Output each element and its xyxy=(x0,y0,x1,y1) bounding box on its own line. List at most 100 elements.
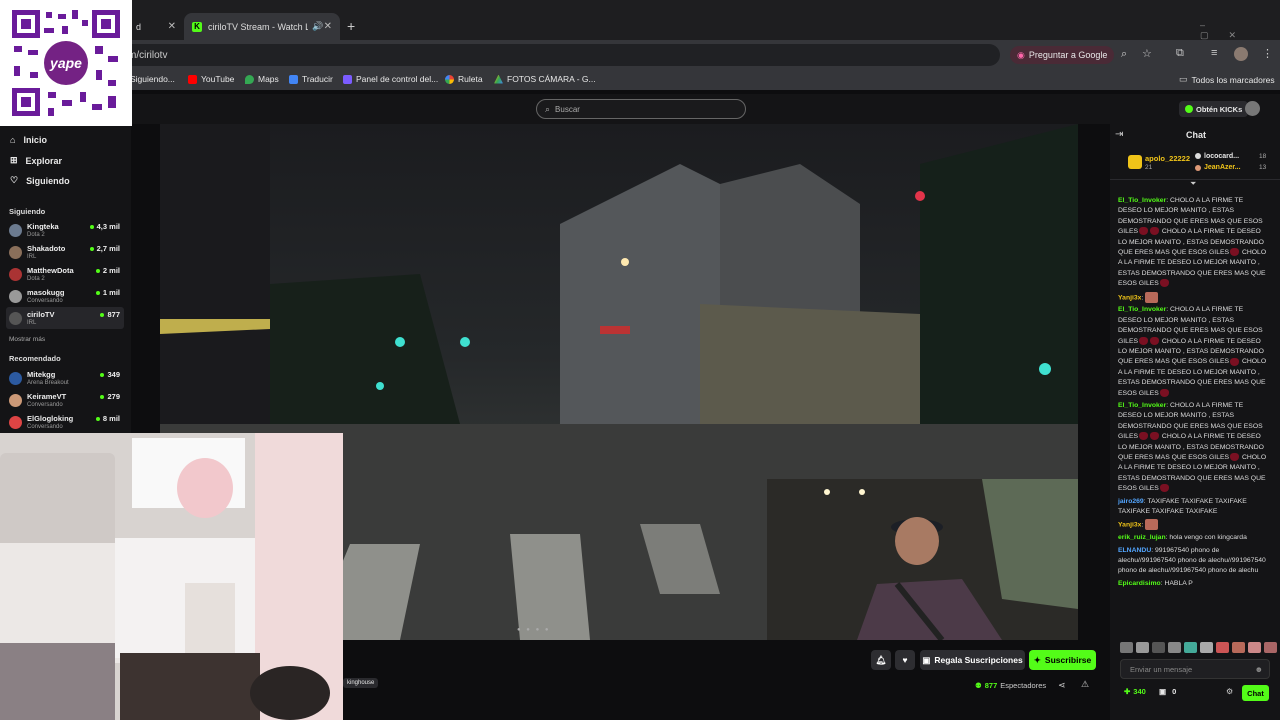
collapse-chat-icon[interactable]: ⇥ xyxy=(1115,129,1123,140)
emote-icon[interactable] xyxy=(1264,642,1277,653)
chat-input[interactable]: Enviar un mensaje ☻ xyxy=(1120,659,1270,679)
bookmark-youtube[interactable]: YouTube xyxy=(188,74,234,84)
channel-keiramevt[interactable]: KeirameVT Conversando 279 xyxy=(6,389,124,411)
heart-emote-icon xyxy=(1150,432,1160,441)
badge-icon xyxy=(1195,165,1201,171)
chat-username[interactable]: Yanji3x xyxy=(1118,294,1141,301)
chat-username[interactable]: Yanji3x xyxy=(1118,522,1141,529)
avatar xyxy=(9,371,22,385)
emote-icon xyxy=(1145,291,1159,303)
gifter-name[interactable]: JeanAzer... xyxy=(1204,164,1241,171)
ask-google-button[interactable]: ◉ Preguntar a Google xyxy=(1010,46,1115,64)
menu-icon[interactable]: ⋮ xyxy=(1262,47,1273,60)
search-input[interactable]: ⌕ Buscar xyxy=(536,99,746,119)
nav-siguiendo[interactable]: ♡ Siguiendo xyxy=(10,175,70,186)
chat-username[interactable]: El_Tio_Invoker xyxy=(1118,197,1166,204)
kick-points[interactable]: ✚ 340 xyxy=(1124,687,1146,696)
close-icon[interactable]: ✕ xyxy=(168,21,176,32)
channel-shakadoto[interactable]: Shakadoto IRL 2,7 mil xyxy=(6,241,124,263)
qr-code-overlay: yape xyxy=(0,0,132,126)
bookmark-item[interactable]: Siguiendo... xyxy=(130,74,175,84)
chat-username[interactable]: El_Tio_Invoker xyxy=(1118,306,1166,313)
window-controls[interactable]: –▢✕ xyxy=(1200,20,1280,41)
channel-category: Dota 2 xyxy=(27,275,45,282)
gift-icon: ▣ xyxy=(1159,687,1167,696)
channel-kingteka[interactable]: Kingteka Dota 2 4,3 mil xyxy=(6,219,124,241)
settings-icon[interactable]: ⚙ xyxy=(1226,687,1233,696)
gift-subs-label: Regala Suscripciones xyxy=(934,655,1023,665)
gift-subs-button[interactable]: ▣ Regala Suscripciones xyxy=(920,650,1025,670)
gifter-name[interactable]: apolo_22222 xyxy=(1145,154,1190,163)
heart-emote-icon xyxy=(1159,279,1169,288)
all-bookmarks[interactable]: ▭ Todos los marcadores xyxy=(1179,74,1275,85)
chevron-down-icon[interactable]: ⏷ xyxy=(1190,179,1196,189)
speaker-icon: 🔊 xyxy=(312,21,324,31)
get-kicks-button[interactable]: Obtén KICKs xyxy=(1179,101,1249,117)
chat-username[interactable]: erik_ruiz_lujan xyxy=(1118,534,1166,541)
channel-mitekgg[interactable]: Mitekgg Arena Breakout 349 xyxy=(6,367,124,389)
avatar xyxy=(9,267,22,281)
chat-message: Yanji3x: xyxy=(1118,291,1268,304)
emote-icon[interactable] xyxy=(1152,642,1165,653)
chat-username[interactable]: El_Tio_Invoker xyxy=(1118,402,1166,409)
emote-icon[interactable] xyxy=(1200,642,1213,653)
subscribe-button[interactable]: ✦ Suscribirse xyxy=(1029,650,1096,670)
nav-explorar[interactable]: ⊞ Explorar xyxy=(10,155,62,166)
channel-masokugg[interactable]: masokugg Conversando 1 mil xyxy=(6,285,124,307)
show-more-link[interactable]: Mostrar más xyxy=(9,336,45,343)
channel-elglogloking[interactable]: ElGlogloking Conversando 8 mil xyxy=(6,411,124,433)
heart-icon: ♡ xyxy=(10,175,19,185)
lens-icon: ◉ xyxy=(1017,49,1025,60)
chat-username[interactable]: jairo269 xyxy=(1118,498,1144,505)
translate-icon xyxy=(289,74,298,84)
nav-inicio[interactable]: ⌂ Inicio xyxy=(10,135,47,145)
bookmark-panel[interactable]: Panel de control del... xyxy=(343,74,438,84)
driver-camera-overlay xyxy=(767,479,1078,640)
emote-icon[interactable] xyxy=(1216,642,1229,653)
emoji-icon[interactable]: ☻ xyxy=(1255,665,1263,674)
share-icon[interactable]: ⋖ xyxy=(1058,680,1066,691)
emote-icon[interactable] xyxy=(1136,642,1149,653)
profile-avatar[interactable] xyxy=(1234,47,1248,61)
emote-icon[interactable] xyxy=(1184,642,1197,653)
channel-cirilotv[interactable]: ciriloTV IRL 877 xyxy=(6,307,124,329)
chat-username[interactable]: ELNANDU xyxy=(1118,547,1151,554)
new-tab-button[interactable]: + xyxy=(347,18,355,34)
channel-name: ciriloTV xyxy=(27,309,55,319)
get-kicks-label: Obtén KICKs xyxy=(1196,104,1243,114)
channel-matthewdota[interactable]: MatthewDota Dota 2 2 mil xyxy=(6,263,124,285)
address-bar[interactable]: m/cirilotv xyxy=(120,44,1000,66)
star-icon[interactable]: ☆ xyxy=(1142,47,1152,60)
emote-row xyxy=(1120,642,1277,653)
bookmark-ruleta[interactable]: Ruleta xyxy=(445,74,483,84)
browser-tab-active[interactable]: K ciriloTV Stream - Watch Liv 🔊 ✕ xyxy=(184,13,340,40)
youtube-icon xyxy=(188,74,197,84)
chat-message: Yanji3x: xyxy=(1118,519,1268,531)
channel-text: MatthewDota Dota 2 xyxy=(27,266,74,283)
subscribe-label: Suscribirse xyxy=(1044,655,1092,665)
chat-message: El_Tio_Invoker: CHOLO A LA FIRME TE DESE… xyxy=(1118,402,1267,493)
extensions-icon[interactable]: ⧉ xyxy=(1176,47,1184,60)
chat-username[interactable]: Epicardisimo xyxy=(1118,580,1161,587)
emote-icon[interactable] xyxy=(1120,642,1133,653)
browser-tab[interactable]: d ✕ xyxy=(128,13,184,40)
ask-google-label: Preguntar a Google xyxy=(1028,50,1108,60)
close-icon[interactable]: ✕ xyxy=(324,21,332,32)
gifter-name[interactable]: lococard... xyxy=(1204,153,1239,160)
send-chat-button[interactable]: Chat xyxy=(1242,685,1269,701)
emote-icon[interactable] xyxy=(1232,642,1245,653)
viewer-count: 2 mil xyxy=(96,266,120,275)
media-icon[interactable]: ≡ xyxy=(1211,47,1217,59)
user-avatar[interactable] xyxy=(1245,101,1260,116)
viewer-count: 877 xyxy=(100,310,120,319)
bookmark-maps[interactable]: Maps xyxy=(245,74,279,84)
emote-icon[interactable] xyxy=(1168,642,1181,653)
emote-icon[interactable] xyxy=(1248,642,1261,653)
notification-button[interactable]: 🔔︎ xyxy=(871,650,891,670)
report-icon[interactable]: ⚠ xyxy=(1081,679,1089,690)
gift-count[interactable]: ▣ 0 xyxy=(1159,687,1176,696)
bookmark-traducir[interactable]: Traducir xyxy=(289,74,333,84)
zoom-icon[interactable]: ⌕ xyxy=(1121,48,1127,61)
bookmark-fotos[interactable]: FOTOS CÁMARA - G... xyxy=(494,74,596,84)
follow-button[interactable]: ♥ xyxy=(895,650,915,670)
